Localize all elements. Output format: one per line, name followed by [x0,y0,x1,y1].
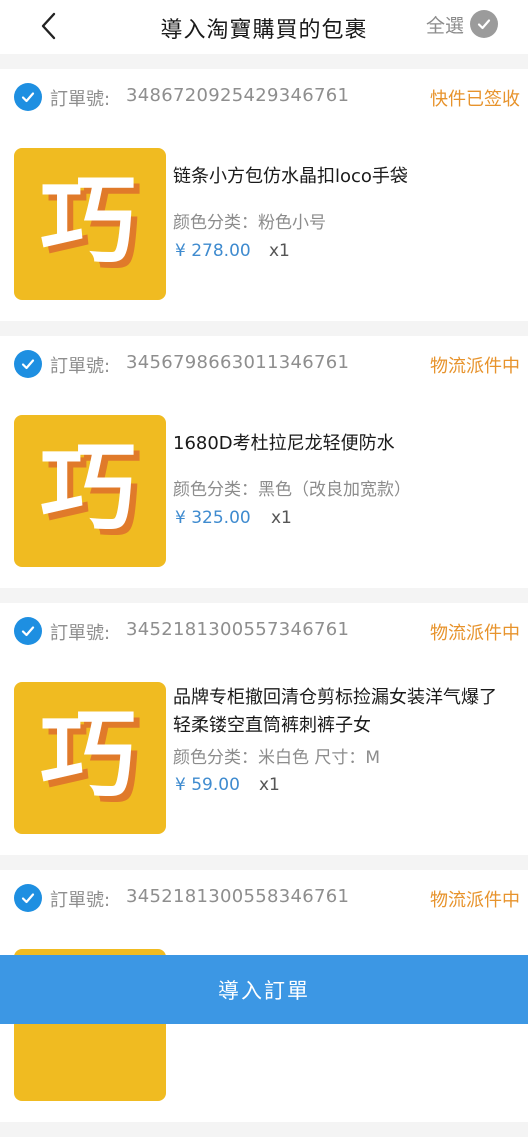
order-card: 訂單號: 3456798663011346761 物流派件中 巧 巧 1680D… [0,336,528,588]
product-spec: 颜色分类：粉色小号 [173,213,326,233]
product-price: ¥ 278.00 [175,241,251,261]
order-header: 訂單號: 3452181300557346761 物流派件中 [0,603,528,659]
select-all-toggle[interactable]: 全選 [426,10,498,38]
order-header: 訂單號: 3452181300558346761 物流派件中 [0,870,528,926]
product-thumbnail[interactable]: 巧 巧 [14,682,166,834]
order-number: 3486720925429346761 [126,85,350,106]
order-number-label: 訂單號: [50,623,111,644]
order-number: 3456798663011346761 [126,352,350,373]
select-all-check-icon [470,10,498,38]
order-check-icon[interactable] [14,617,42,645]
order-number-label: 訂單號: [50,89,111,110]
order-number: 3452181300557346761 [126,619,350,640]
product-thumbnail[interactable]: 巧 巧 [14,148,166,300]
import-orders-button[interactable]: 導入訂單 [0,955,528,1024]
import-orders-label: 導入訂單 [218,978,310,1003]
top-bar: 導入淘寶購買的包裹 全選 [0,0,528,54]
shipping-status: 物流派件中 [430,356,520,377]
order-header: 訂單號: 3486720925429346761 快件已签收 [0,69,528,125]
product-price: ¥ 59.00 [175,775,240,795]
shipping-status: 物流派件中 [430,890,520,911]
thumb-logo: 巧 [40,165,136,277]
product-quantity: x1 [259,775,280,795]
product-thumbnail[interactable]: 巧 巧 [14,415,166,567]
shipping-status: 快件已签收 [430,89,520,110]
thumb-logo: 巧 [40,699,136,811]
order-check-icon[interactable] [14,83,42,111]
order-card: 訂單號: 3452181300557346761 物流派件中 巧 巧 品牌专柜撤… [0,603,528,855]
product-quantity: x1 [271,508,292,528]
product-spec: 颜色分类：黑色（改良加宽款） [173,480,411,500]
select-all-label: 全選 [425,14,464,37]
product-title[interactable]: 1680D考杜拉尼龙轻便防水 [173,430,513,458]
product-price: ¥ 325.00 [175,508,251,528]
product-spec: 颜色分类：米白色 尺寸：M [173,748,381,768]
product-quantity: x1 [269,241,290,261]
product-title[interactable]: 链条小方包仿水晶扣loco手袋 [173,163,513,191]
product-title[interactable]: 品牌专柜撤回清仓剪标捡漏女装洋气爆了 轻柔镂空直筒裤刺裤子女 [173,684,508,740]
order-number-label: 訂單號: [50,890,111,911]
order-card: 訂單號: 3486720925429346761 快件已签收 巧 巧 链条小方包… [0,69,528,321]
order-header: 訂單號: 3456798663011346761 物流派件中 [0,336,528,392]
order-check-icon[interactable] [14,884,42,912]
order-number-label: 訂單號: [50,356,111,377]
shipping-status: 物流派件中 [430,623,520,644]
order-check-icon[interactable] [14,350,42,378]
thumb-logo: 巧 [40,432,136,544]
order-number: 3452181300558346761 [126,886,350,907]
